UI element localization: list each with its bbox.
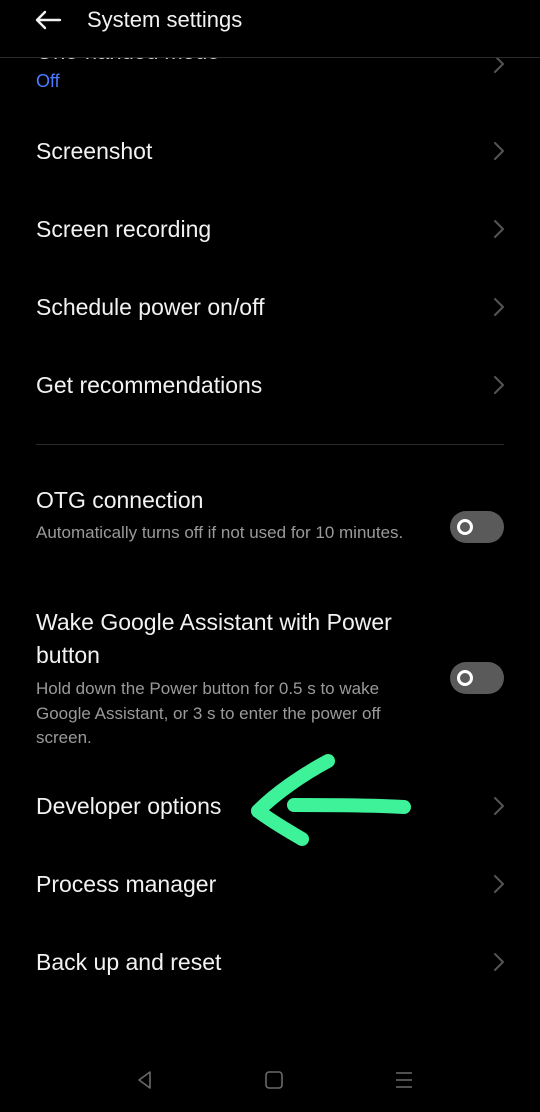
settings-item-developer-options[interactable]: Developer options — [0, 775, 540, 837]
nav-home-icon — [265, 1071, 283, 1089]
settings-item-label: Screenshot — [36, 138, 153, 164]
one-handed-mode-value: Off — [36, 71, 60, 91]
settings-item-schedule-power[interactable]: Schedule power on/off — [0, 276, 540, 338]
app-header: System settings — [0, 0, 540, 58]
back-arrow-icon — [35, 10, 62, 30]
wake-assistant-toggle[interactable] — [450, 662, 504, 694]
nav-back-button[interactable] — [131, 1066, 159, 1094]
chevron-right-icon — [494, 298, 504, 316]
settings-item-back-up-and-reset[interactable]: Back up and reset — [0, 931, 540, 993]
chevron-right-icon — [494, 142, 504, 160]
wake-assistant-description: Hold down the Power button for 0.5 s to … — [36, 679, 381, 747]
settings-item-label: Back up and reset — [36, 949, 222, 975]
settings-item-label: Developer options — [36, 793, 222, 819]
nav-home-button[interactable] — [260, 1066, 288, 1094]
chevron-right-icon — [494, 797, 504, 815]
one-handed-mode-label: One-handed mode — [36, 57, 219, 65]
nav-recents-icon — [396, 1072, 412, 1088]
nav-recents-button[interactable] — [390, 1066, 418, 1094]
back-button[interactable] — [30, 4, 66, 36]
page-title: System settings — [87, 7, 243, 32]
otg-connection-title: OTG connection — [36, 487, 204, 513]
one-handed-mode-item[interactable]: One-handed mode Off — [0, 57, 540, 104]
settings-item-label: Screen recording — [36, 216, 212, 242]
settings-item-process-manager[interactable]: Process manager — [0, 853, 540, 915]
settings-item-label: Schedule power on/off — [36, 294, 265, 320]
nav-back-icon — [138, 1071, 151, 1089]
settings-item-screen-recording[interactable]: Screen recording — [0, 198, 540, 260]
toggle-knob — [457, 519, 473, 535]
toggle-knob — [457, 670, 473, 686]
otg-connection-toggle[interactable] — [450, 511, 504, 543]
settings-item-get-recommendations[interactable]: Get recommendations — [0, 354, 540, 416]
chevron-right-icon — [494, 875, 504, 893]
settings-item-screenshot[interactable]: Screenshot — [0, 120, 540, 182]
chevron-right-icon — [494, 57, 504, 73]
section-divider — [36, 444, 504, 445]
settings-item-label: Process manager — [36, 871, 217, 897]
chevron-right-icon — [494, 220, 504, 238]
wake-assistant-title: Wake Google Assistant with Power button — [36, 609, 392, 668]
chevron-right-icon — [494, 953, 504, 971]
system-nav-bar — [0, 1050, 540, 1112]
settings-item-label: Get recommendations — [36, 372, 263, 398]
otg-connection-description: Automatically turns off if not used for … — [36, 523, 404, 542]
chevron-right-icon — [494, 376, 504, 394]
